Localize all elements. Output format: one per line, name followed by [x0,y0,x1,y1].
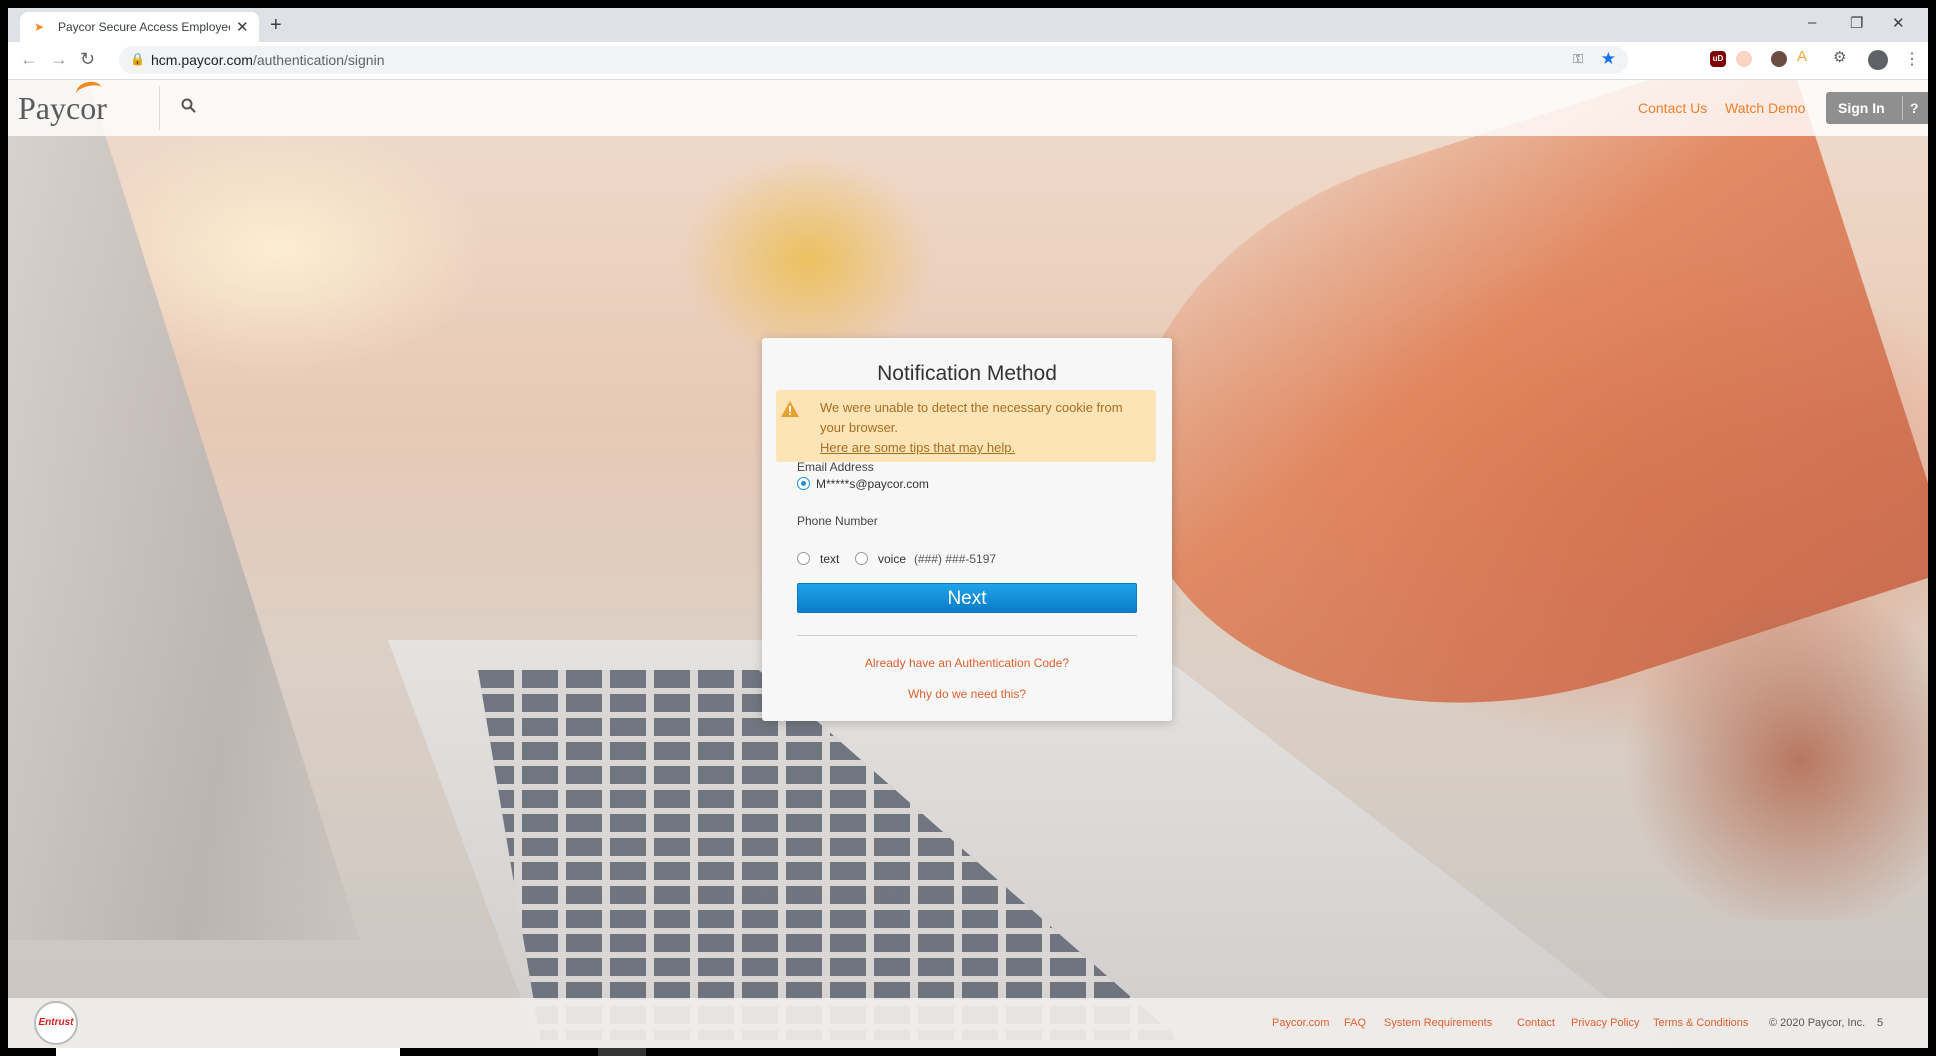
email-radio[interactable] [797,477,810,490]
footer-link-terms[interactable]: Terms & Conditions [1653,1017,1748,1029]
cookie-warning-alert: We were unable to detect the necessary c… [776,390,1156,462]
paycor-logo[interactable]: Paycor [18,80,107,130]
alert-text: We were unable to detect the necessary c… [820,400,1123,435]
email-address-label: Email Address [797,460,874,474]
text-option-label: text [820,552,840,566]
bookmark-star-icon[interactable]: ★ [1601,49,1616,69]
browser-menu-icon[interactable]: ⋮ [1904,49,1920,69]
browser-toolbar: ← → ↻ 🔒 hcm.paycor.com/authentication/si… [8,42,1928,80]
page-body: Paycor Contact Us Watch Demo Sign In ? N… [8,80,1928,1048]
dialog-divider [797,635,1137,636]
voice-radio[interactable] [855,552,868,565]
dialog-title: Notification Method [877,362,1057,385]
tab-title: Paycor Secure Access Employee [58,20,230,34]
restore-button[interactable]: ❐ [1850,14,1863,32]
contact-us-link[interactable]: Contact Us [1638,100,1707,116]
lock-icon: 🔒 [130,52,145,66]
text-radio[interactable] [797,552,810,565]
entrust-seal[interactable]: Entrust [34,1001,78,1045]
taskbar-item[interactable] [56,1048,400,1056]
why-needed-link[interactable]: Why do we need this? [762,687,1172,701]
footer-link-faq[interactable]: FAQ [1344,1017,1366,1029]
address-bar[interactable]: 🔒 hcm.paycor.com/authentication/signin ⚿… [119,46,1628,74]
watch-demo-link[interactable]: Watch Demo [1725,100,1805,116]
cloud-extension-icon[interactable] [1736,51,1752,67]
extensions-puzzle-icon[interactable]: ⚙ [1833,48,1849,66]
background-laptop-screen [8,80,360,940]
forward-arrow-icon[interactable]: → [50,49,68,70]
background-hand [1608,600,1928,920]
entrust-seal-text: Entrust [38,1017,74,1028]
voice-option-label: voice [878,552,907,566]
footer-page-number: 5 [1877,1017,1884,1029]
url-text: hcm.paycor.com/authentication/signin [151,52,384,68]
font-extension-icon[interactable]: A [1797,48,1813,65]
back-arrow-icon[interactable]: ← [20,49,38,70]
ublock-extension-icon[interactable]: uD [1710,51,1726,67]
footer-link-contact[interactable]: Contact [1517,1017,1555,1029]
header-divider [159,86,160,130]
taskbar-item[interactable] [598,1048,646,1056]
sign-in-button[interactable]: Sign In ? [1826,92,1928,124]
site-header: Paycor Contact Us Watch Demo Sign In ? [8,80,1928,136]
next-button[interactable]: Next [797,583,1137,613]
password-key-icon[interactable]: ⚿ [1573,51,1583,67]
sign-in-label: Sign In [1838,100,1885,116]
new-tab-button[interactable]: + [270,14,282,37]
browser-window: ➤ Paycor Secure Access Employee ✕ + – ❐ … [8,8,1928,1048]
dark-reader-extension-icon[interactable] [1771,51,1787,67]
cookie-tips-link[interactable]: Here are some tips that may help. [820,440,1015,455]
footer-link-system-requirements[interactable]: System Requirements [1384,1017,1492,1029]
help-button[interactable]: ? [1910,100,1919,116]
paycor-favicon-icon: ➤ [34,20,45,34]
tab-close-icon[interactable]: ✕ [236,18,249,36]
site-footer: Entrust Paycor.com FAQ System Requiremen… [8,998,1928,1048]
window-close-button[interactable]: ✕ [1892,14,1905,32]
email-value: M*****s@paycor.com [816,477,929,491]
search-icon[interactable] [180,97,198,115]
footer-link-paycor[interactable]: Paycor.com [1272,1017,1329,1029]
url-host: hcm.paycor.com [151,52,253,68]
auth-code-link[interactable]: Already have an Authentication Code? [762,656,1172,670]
footer-copyright: © 2020 Paycor, Inc. [1769,1017,1866,1029]
footer-link-privacy-policy[interactable]: Privacy Policy [1571,1017,1639,1029]
profile-avatar-icon[interactable] [1868,50,1888,70]
reload-icon[interactable]: ↻ [80,49,95,70]
sign-in-separator [1902,96,1903,120]
masked-phone-number: (###) ###-5197 [914,552,997,566]
warning-icon [781,401,799,417]
os-taskbar [0,1048,1936,1056]
phone-number-label: Phone Number [797,514,878,528]
tab-strip: ➤ Paycor Secure Access Employee ✕ + – ❐ … [8,8,1928,42]
notification-method-dialog: Notification Method We were unable to de… [762,338,1172,721]
alert-message: We were unable to detect the necessary c… [820,398,1150,458]
minimize-button[interactable]: – [1808,14,1816,31]
url-path: /authentication/signin [252,52,385,68]
browser-tab[interactable]: ➤ Paycor Secure Access Employee ✕ [20,12,259,42]
